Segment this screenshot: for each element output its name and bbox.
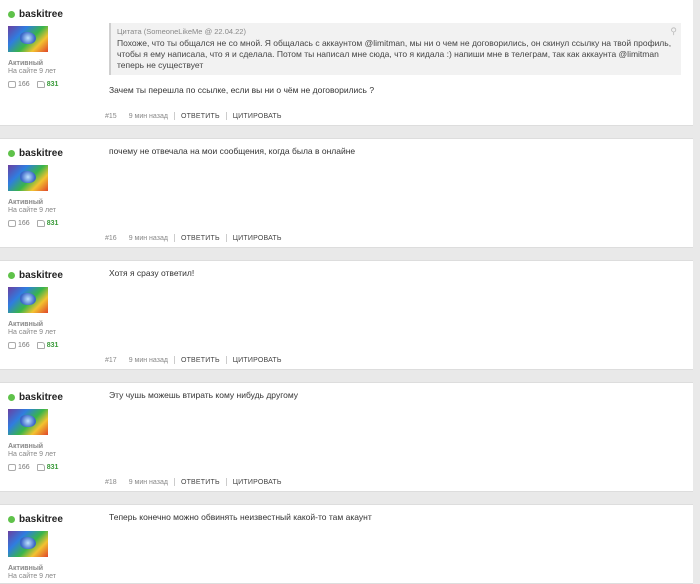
message-count: 166: [18, 220, 30, 227]
reply-button[interactable]: ОТВЕТИТЬ: [181, 113, 220, 120]
divider: [225, 234, 227, 242]
member-since: На сайте 9 лет: [8, 207, 56, 214]
post-body: почему не отвечала на мои сообщения, ког…: [109, 146, 681, 157]
message-icon: [8, 220, 16, 227]
author-status: Активный: [8, 443, 44, 450]
author-block: baskitree Активный На сайте 9 лет 166 83…: [8, 268, 100, 349]
member-since: На сайте 9 лет: [8, 451, 56, 458]
author-status: Активный: [8, 199, 44, 206]
quote-button[interactable]: ЦИТИРОВАТЬ: [233, 357, 282, 364]
like-count: 831: [46, 464, 59, 471]
post-footer: #17 9 мин назад ОТВЕТИТЬ ЦИТИРОВАТЬ: [105, 356, 282, 364]
reply-button[interactable]: ОТВЕТИТЬ: [181, 479, 220, 486]
author-name[interactable]: baskitree: [8, 7, 100, 21]
post-body: Хотя я сразу ответил!: [109, 268, 681, 279]
online-dot-icon: [8, 271, 15, 279]
online-dot-icon: [8, 393, 15, 401]
post: baskitree Активный На сайте 9 лет Теперь…: [0, 504, 693, 584]
online-dot-icon: [8, 149, 15, 157]
like-icon: [36, 342, 45, 349]
divider: [225, 112, 227, 120]
avatar[interactable]: [8, 409, 48, 435]
post-time: 9 мин назад: [128, 112, 168, 120]
author-status: Активный: [8, 60, 44, 67]
author-stats: 166 831: [8, 464, 100, 471]
author-name[interactable]: baskitree: [8, 512, 100, 526]
message-icon: [8, 81, 16, 88]
reply-button[interactable]: ОТВЕТИТЬ: [181, 235, 220, 242]
quote-block: ⚲ Цитата (SomeoneLikeMe @ 22.04.22) Похо…: [109, 23, 681, 75]
author-status: Активный: [8, 321, 44, 328]
post-time: 9 мин назад: [128, 478, 168, 486]
post-footer: #16 9 мин назад ОТВЕТИТЬ ЦИТИРОВАТЬ: [105, 234, 282, 242]
post-time: 9 мин назад: [128, 234, 168, 242]
post-text: Хотя я сразу ответил!: [109, 268, 195, 278]
member-since: На сайте 9 лет: [8, 573, 56, 580]
quote-button[interactable]: ЦИТИРОВАТЬ: [233, 235, 282, 242]
post: baskitree Активный На сайте 9 лет 166 83…: [0, 138, 693, 248]
post: baskitree Активный На сайте 9 лет 166 83…: [0, 0, 693, 126]
divider: [173, 478, 175, 486]
divider: [173, 356, 175, 364]
post-number[interactable]: #17: [105, 357, 117, 364]
online-dot-icon: [8, 10, 15, 18]
like-icon: [36, 464, 45, 471]
like-icon: [36, 220, 45, 227]
avatar[interactable]: [8, 26, 48, 52]
post-number[interactable]: #15: [105, 113, 117, 120]
author-block: baskitree Активный На сайте 9 лет: [8, 512, 100, 580]
quote-button[interactable]: ЦИТИРОВАТЬ: [233, 113, 282, 120]
post-time: 9 мин назад: [128, 356, 168, 364]
online-dot-icon: [8, 515, 15, 523]
author-block: baskitree Активный На сайте 9 лет 166 83…: [8, 146, 100, 227]
author-stats: 166 831: [8, 81, 100, 88]
avatar[interactable]: [8, 165, 48, 191]
member-since: На сайте 9 лет: [8, 329, 56, 336]
reply-button[interactable]: ОТВЕТИТЬ: [181, 357, 220, 364]
post-number[interactable]: #16: [105, 235, 117, 242]
post-footer: #18 9 мин назад ОТВЕТИТЬ ЦИТИРОВАТЬ: [105, 478, 282, 486]
author-name[interactable]: baskitree: [8, 146, 100, 160]
post-body: Теперь конечно можно обвинять неизвестны…: [109, 512, 681, 523]
author-name[interactable]: baskitree: [8, 268, 100, 282]
author-stats: 166 831: [8, 342, 100, 349]
divider: [173, 234, 175, 242]
message-count: 166: [18, 464, 30, 471]
author-block: baskitree Активный На сайте 9 лет 166 83…: [8, 390, 100, 471]
author-name[interactable]: baskitree: [8, 390, 100, 404]
post-body: Эту чушь можешь втирать кому нибудь друг…: [109, 390, 681, 401]
post: baskitree Активный На сайте 9 лет 166 83…: [0, 260, 693, 370]
quote-header: Цитата (SomeoneLikeMe @ 22.04.22): [117, 27, 246, 36]
like-count: 831: [46, 81, 59, 88]
like-count: 831: [46, 220, 59, 227]
post: baskitree Активный На сайте 9 лет 166 83…: [0, 382, 693, 492]
like-icon: [36, 81, 45, 88]
message-icon: [8, 464, 16, 471]
quote-text: Похоже, что ты общался не со мной. Я общ…: [117, 38, 672, 70]
author-stats: 166 831: [8, 220, 100, 227]
message-count: 166: [18, 342, 30, 349]
quote-button[interactable]: ЦИТИРОВАТЬ: [233, 479, 282, 486]
message-icon: [8, 342, 16, 349]
message-count: 166: [18, 81, 30, 88]
avatar[interactable]: [8, 531, 48, 557]
like-count: 831: [46, 342, 59, 349]
post-text: Теперь конечно можно обвинять неизвестны…: [109, 512, 372, 522]
post-number[interactable]: #18: [105, 479, 117, 486]
author-status: Активный: [8, 565, 44, 572]
avatar[interactable]: [8, 287, 48, 313]
post-text: Эту чушь можешь втирать кому нибудь друг…: [109, 390, 299, 400]
divider: [173, 112, 175, 120]
author-block: baskitree Активный На сайте 9 лет 166 83…: [8, 7, 100, 88]
post-text: почему не отвечала на мои сообщения, ког…: [109, 146, 356, 156]
post-body: ⚲ Цитата (SomeoneLikeMe @ 22.04.22) Похо…: [109, 23, 681, 96]
divider: [225, 478, 227, 486]
pin-icon[interactable]: ⚲: [670, 26, 677, 37]
post-footer: #15 9 мин назад ОТВЕТИТЬ ЦИТИРОВАТЬ: [105, 112, 282, 120]
member-since: На сайте 9 лет: [8, 68, 56, 75]
post-text: Зачем ты перешла по ссылке, если вы ни о…: [109, 85, 375, 95]
divider: [225, 356, 227, 364]
